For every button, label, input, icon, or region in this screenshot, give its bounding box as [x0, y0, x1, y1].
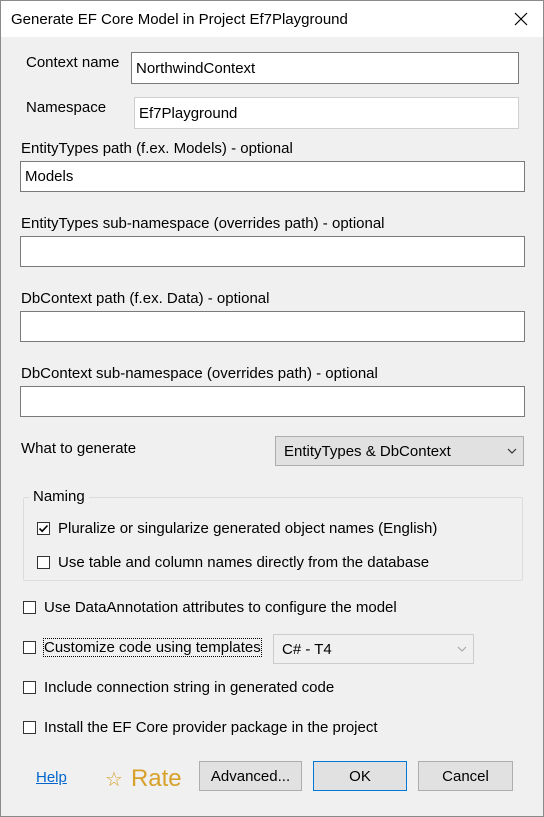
template-select[interactable]: C# - T4	[273, 634, 474, 664]
dialog-window: Generate EF Core Model in Project Ef7Pla…	[0, 0, 544, 817]
help-link[interactable]: Help	[36, 769, 67, 786]
star-icon: ☆	[105, 768, 123, 791]
install-provider-checkbox[interactable]	[23, 721, 36, 734]
use-db-names-label: Use table and column names directly from…	[58, 554, 430, 571]
context-name-label: Context name	[26, 54, 120, 71]
context-name-input[interactable]	[131, 52, 519, 84]
rate-label: Rate	[130, 765, 182, 792]
rate-button[interactable]: ☆ Rate	[105, 765, 182, 793]
close-icon	[514, 12, 528, 26]
pluralize-checkbox-row[interactable]: Pluralize or singularize generated objec…	[37, 520, 437, 537]
what-to-generate-select[interactable]: EntityTypes & DbContext	[275, 436, 524, 466]
ok-button[interactable]: OK	[313, 761, 407, 791]
entity-types-subnamespace-input[interactable]	[20, 236, 525, 267]
namespace-input[interactable]	[134, 97, 519, 129]
what-to-generate-label: What to generate	[21, 440, 137, 457]
cancel-button[interactable]: Cancel	[418, 761, 513, 791]
install-provider-checkbox-row[interactable]: Install the EF Core provider package in …	[23, 719, 378, 736]
pluralize-label: Pluralize or singularize generated objec…	[58, 520, 438, 537]
title-bar: Generate EF Core Model in Project Ef7Pla…	[1, 1, 543, 37]
chevron-down-icon	[457, 646, 467, 652]
naming-group-title: Naming	[29, 488, 89, 505]
what-to-generate-value: EntityTypes & DbContext	[284, 442, 451, 460]
include-connection-string-label: Include connection string in generated c…	[44, 679, 335, 696]
install-provider-label: Install the EF Core provider package in …	[44, 719, 378, 736]
data-annotations-checkbox[interactable]	[23, 601, 36, 614]
include-connection-string-checkbox[interactable]	[23, 681, 36, 694]
dbcontext-subnamespace-label: DbContext sub-namespace (overrides path)…	[21, 365, 378, 382]
chevron-down-icon	[507, 448, 517, 454]
customize-templates-label: Customize code using templates	[43, 638, 262, 657]
include-connection-string-checkbox-row[interactable]: Include connection string in generated c…	[23, 679, 334, 696]
entity-types-path-label: EntityTypes path (f.ex. Models) - option…	[21, 140, 293, 157]
namespace-label: Namespace	[26, 99, 107, 116]
data-annotations-label: Use DataAnnotation attributes to configu…	[44, 599, 397, 616]
entity-types-path-input[interactable]	[20, 161, 525, 192]
dbcontext-subnamespace-input[interactable]	[20, 386, 525, 417]
close-button[interactable]	[499, 1, 543, 37]
checkmark-icon	[38, 524, 49, 533]
dbcontext-path-input[interactable]	[20, 311, 525, 342]
dbcontext-path-label: DbContext path (f.ex. Data) - optional	[21, 290, 270, 307]
customize-templates-checkbox[interactable]	[23, 641, 36, 654]
template-select-value: C# - T4	[282, 640, 332, 658]
advanced-button[interactable]: Advanced...	[199, 761, 302, 791]
entity-types-subnamespace-label: EntityTypes sub-namespace (overrides pat…	[21, 215, 385, 232]
customize-templates-checkbox-row[interactable]: Customize code using templates	[23, 638, 262, 657]
data-annotations-checkbox-row[interactable]: Use DataAnnotation attributes to configu…	[23, 599, 397, 616]
window-title: Generate EF Core Model in Project Ef7Pla…	[11, 11, 348, 28]
use-db-names-checkbox[interactable]	[37, 556, 50, 569]
pluralize-checkbox[interactable]	[37, 522, 50, 535]
use-db-names-checkbox-row[interactable]: Use table and column names directly from…	[37, 554, 429, 571]
